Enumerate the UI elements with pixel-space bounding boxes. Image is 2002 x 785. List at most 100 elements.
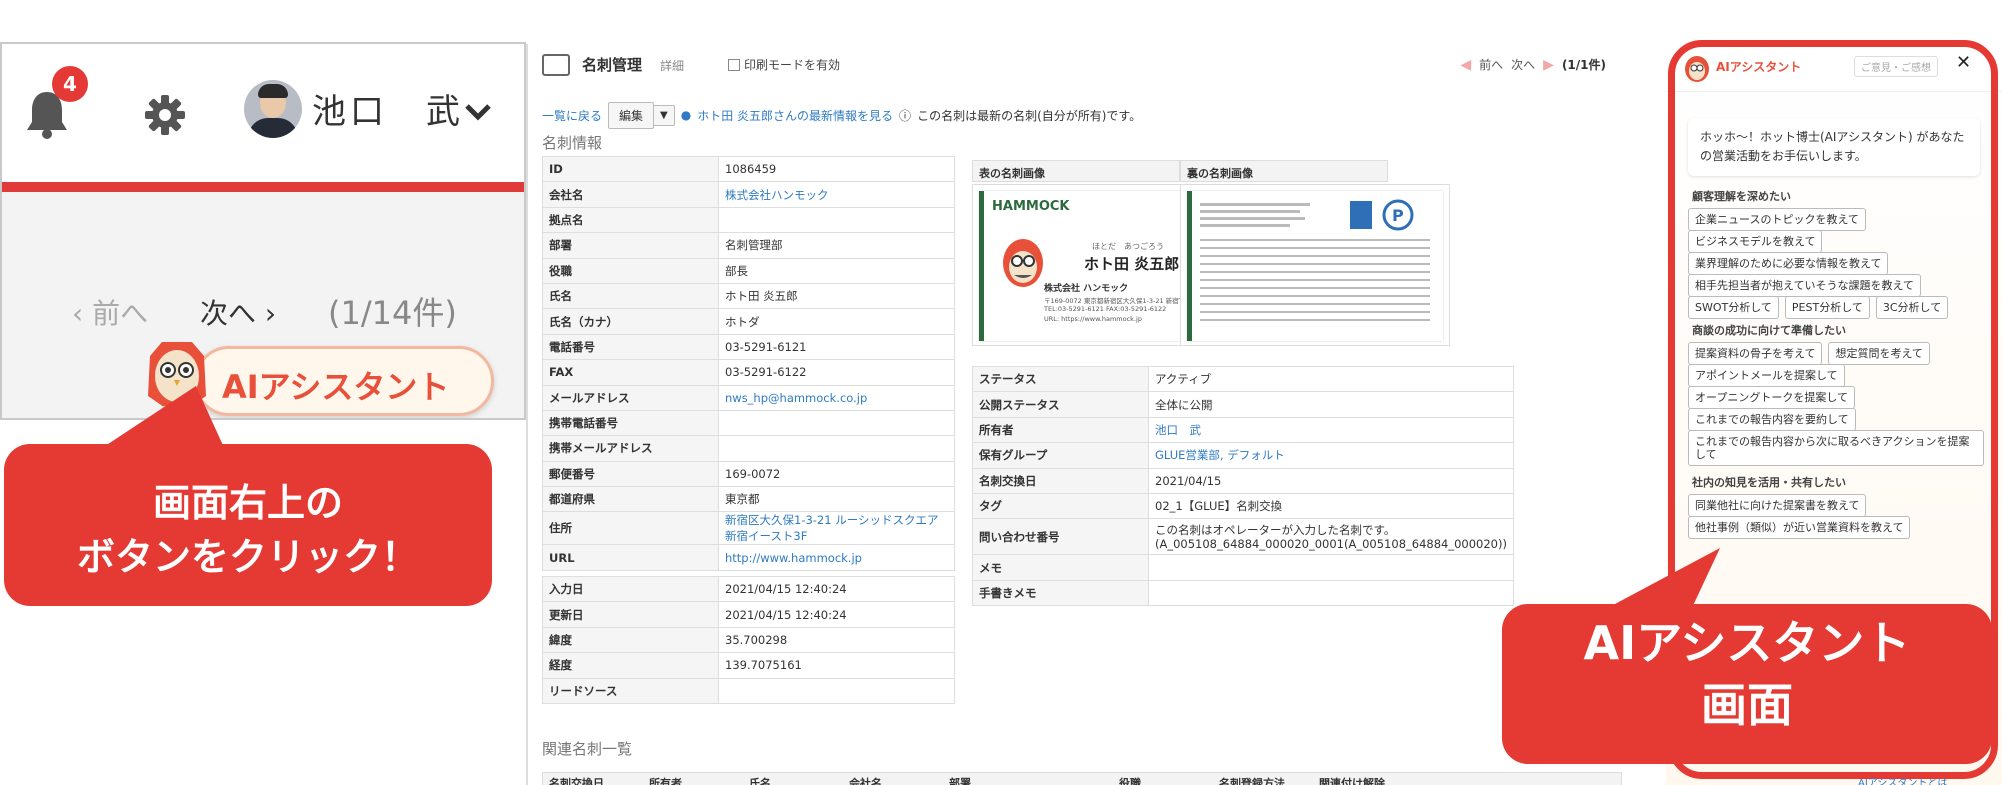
page-subtitle: 詳細 xyxy=(660,59,685,73)
field-value[interactable]: nws_hp@hammock.co.jp xyxy=(718,384,955,411)
field-value: 全体に公開 xyxy=(1148,391,1514,418)
ai-prompt-chip[interactable]: 業界理解のために必要な情報を教えて xyxy=(1688,252,1889,275)
ai-prompt-chip[interactable]: ビジネスモデルを教えて xyxy=(1688,230,1823,253)
ai-about-link[interactable]: AIアシスタントとは xyxy=(1858,774,1947,785)
pager-count: (1/14件) xyxy=(328,294,457,332)
callout-tail xyxy=(96,386,226,452)
field-value: ホト田 炎五郎 xyxy=(718,282,955,310)
table-row: タグ 02_1【GLUE】名刺交換 xyxy=(972,492,1514,520)
field-value xyxy=(718,206,955,234)
field-label: 手書きメモ xyxy=(972,579,1149,607)
print-mode-checkbox[interactable] xyxy=(728,58,740,71)
ai-prompt-chip[interactable]: SWOT分析して xyxy=(1688,296,1779,319)
latest-info-link[interactable]: ホト田 炎五郎さんの最新情報を見る xyxy=(697,107,893,124)
table-row: ID 1086459 xyxy=(542,155,955,183)
table-row: URL http://www.hammock.jp xyxy=(542,544,955,571)
front-image-header: 表の名刺画像 xyxy=(972,160,1180,182)
field-label: メモ xyxy=(972,554,1149,581)
field-value: ホトダ xyxy=(718,308,955,335)
pager-next-link[interactable]: 次へ › xyxy=(200,292,276,332)
field-value: 1086459 xyxy=(718,155,955,183)
avatar[interactable] xyxy=(244,80,302,138)
latest-note: この名刺は最新の名刺(自分が所有)です。 xyxy=(917,108,1142,123)
card-info-title: 名刺情報 xyxy=(542,134,603,152)
ai-assistant-button-label[interactable]: AIアシスタント xyxy=(222,362,449,408)
ai-prompt-chip[interactable]: 想定質問を考えて xyxy=(1828,342,1930,365)
top-pager-count: (1/1件) xyxy=(1561,58,1606,72)
arrow-right-icon[interactable]: ▶ xyxy=(1543,57,1554,73)
chevron-down-icon[interactable] xyxy=(464,102,492,122)
action-row: 一覧に戻る 編集 ▼ ● ホト田 炎五郎さんの最新情報を見る ⓘ この名刺は最新… xyxy=(542,100,1141,130)
field-value[interactable]: 新宿区大久保1-3-21 ルーシッドスクエア新宿イースト3F xyxy=(718,511,955,546)
table-row: 公開ステータス 全体に公開 xyxy=(972,391,1514,418)
top-pager: ◀ 前へ 次へ ▶ (1/1件) xyxy=(1460,56,1606,73)
ai-section-title: 商談の成功に向けて準備したい xyxy=(1692,324,1846,337)
ai-prompt-chip[interactable]: アポイントメールを提案して xyxy=(1688,364,1845,387)
ai-prompt-chip[interactable]: 相手先担当者が抱えていそうな課題を教えて xyxy=(1688,274,1921,297)
field-label: 拠点名 xyxy=(542,206,719,234)
field-value: 2021/04/15 12:40:24 xyxy=(718,575,955,603)
ai-assistant-title: AIアシスタント xyxy=(1716,60,1802,74)
pager-prev-link[interactable]: ‹ 前へ xyxy=(72,292,148,332)
print-mode-toggle[interactable]: 印刷モードを有効 xyxy=(728,56,840,73)
field-label: 緯度 xyxy=(542,626,719,654)
svg-text:P: P xyxy=(1392,206,1404,225)
ai-prompt-chip[interactable]: これまでの報告内容を要約して xyxy=(1688,408,1856,431)
callout-click-button-text: 画面右上の ボタンをクリック！ xyxy=(76,481,419,579)
field-value: 03-5291-6122 xyxy=(718,359,955,386)
user-name[interactable]: 池口 武 xyxy=(312,84,464,133)
field-value: 名刺管理部 xyxy=(718,232,955,259)
ai-prompt-chip[interactable]: 他社事例（類似）が近い営業資料を教えて xyxy=(1688,516,1911,539)
field-label: メールアドレス xyxy=(542,384,719,411)
field-value[interactable]: GLUE営業部, デフォルト xyxy=(1148,442,1514,469)
field-label: 氏名 xyxy=(542,282,719,310)
field-label: 所有者 xyxy=(972,416,1149,444)
table-row: 住所 新宿区大久保1-3-21 ルーシッドスクエア新宿イースト3F xyxy=(542,511,955,546)
top-pager-prev[interactable]: 前へ xyxy=(1479,56,1503,73)
field-value xyxy=(718,677,955,704)
field-label: ID xyxy=(542,155,719,183)
table-row: 保有グループ GLUE営業部, デフォルト xyxy=(972,442,1514,469)
card-tel: TEL:03-5291-6121 FAX:03-5291-6122 xyxy=(1044,305,1167,313)
close-icon[interactable]: ✕ xyxy=(1956,52,1971,73)
column-header: 会社名 xyxy=(849,777,882,785)
table-row: 携帯メールアドレス xyxy=(542,435,955,462)
header-divider xyxy=(2,182,524,192)
ai-prompt-chip[interactable]: 提案資料の骨子を考えて xyxy=(1688,342,1823,365)
ai-prompt-chip[interactable]: オープニングトークを提案して xyxy=(1688,386,1856,409)
table-row: 役職 部長 xyxy=(542,257,955,284)
edit-dropdown-caret[interactable]: ▼ xyxy=(653,104,675,126)
field-value[interactable]: http://www.hammock.jp xyxy=(718,544,955,571)
field-label: 保有グループ xyxy=(972,442,1149,469)
field-label: 携帯電話番号 xyxy=(542,409,719,437)
table-row: 会社名 株式会社ハンモック xyxy=(542,181,955,208)
ai-prompt-chip[interactable]: これまでの報告内容から次に取るべきアクションを提案して xyxy=(1688,430,1984,466)
ai-prompt-chip[interactable]: PEST分析して xyxy=(1784,296,1870,319)
gear-icon[interactable] xyxy=(144,94,186,136)
feedback-button[interactable]: ご意見・ご感想 xyxy=(1854,56,1938,77)
card-back: P xyxy=(1187,191,1443,341)
field-label: 入力日 xyxy=(542,575,719,603)
card-back-text-lines: P xyxy=(1200,199,1430,321)
field-value[interactable]: 池口 武 xyxy=(1148,416,1514,444)
ai-assistant-header: AIアシスタント ご意見・ご感想 ✕ xyxy=(1666,40,2002,92)
ai-prompt-chip[interactable]: 3C分析して xyxy=(1875,296,1949,319)
edit-button[interactable]: 編集 xyxy=(608,101,655,129)
ai-prompt-chip[interactable]: 企業ニュースのトピックを教えて xyxy=(1688,208,1866,231)
table-row: 所有者 池口 武 xyxy=(972,416,1514,444)
field-label: タグ xyxy=(972,492,1149,520)
ai-greeting-message: ホッホ～！ホット博士(AIアシスタント) があなたの営業活動をお手伝いします。 xyxy=(1688,118,1980,176)
top-pager-next[interactable]: 次へ xyxy=(1511,56,1535,73)
back-image[interactable]: P xyxy=(1180,184,1450,346)
field-label: 問い合わせ番号 xyxy=(972,518,1149,556)
callout-tail xyxy=(1600,548,1720,612)
table-row: 拠点名 xyxy=(542,206,955,234)
arrow-left-icon[interactable]: ◀ xyxy=(1460,57,1471,73)
field-label: 更新日 xyxy=(542,601,719,628)
field-value: 169-0072 xyxy=(718,460,955,488)
field-value[interactable]: 株式会社ハンモック xyxy=(718,181,955,208)
info-icon: ⓘ xyxy=(899,108,912,123)
back-to-list-link[interactable]: 一覧に戻る xyxy=(542,107,602,124)
ai-prompt-chip[interactable]: 同業他社に向けた提案書を教えて xyxy=(1688,494,1867,517)
date-info-table: 入力日 2021/04/15 12:40:24 更新日 2021/04/15 12:4… xyxy=(542,575,955,704)
